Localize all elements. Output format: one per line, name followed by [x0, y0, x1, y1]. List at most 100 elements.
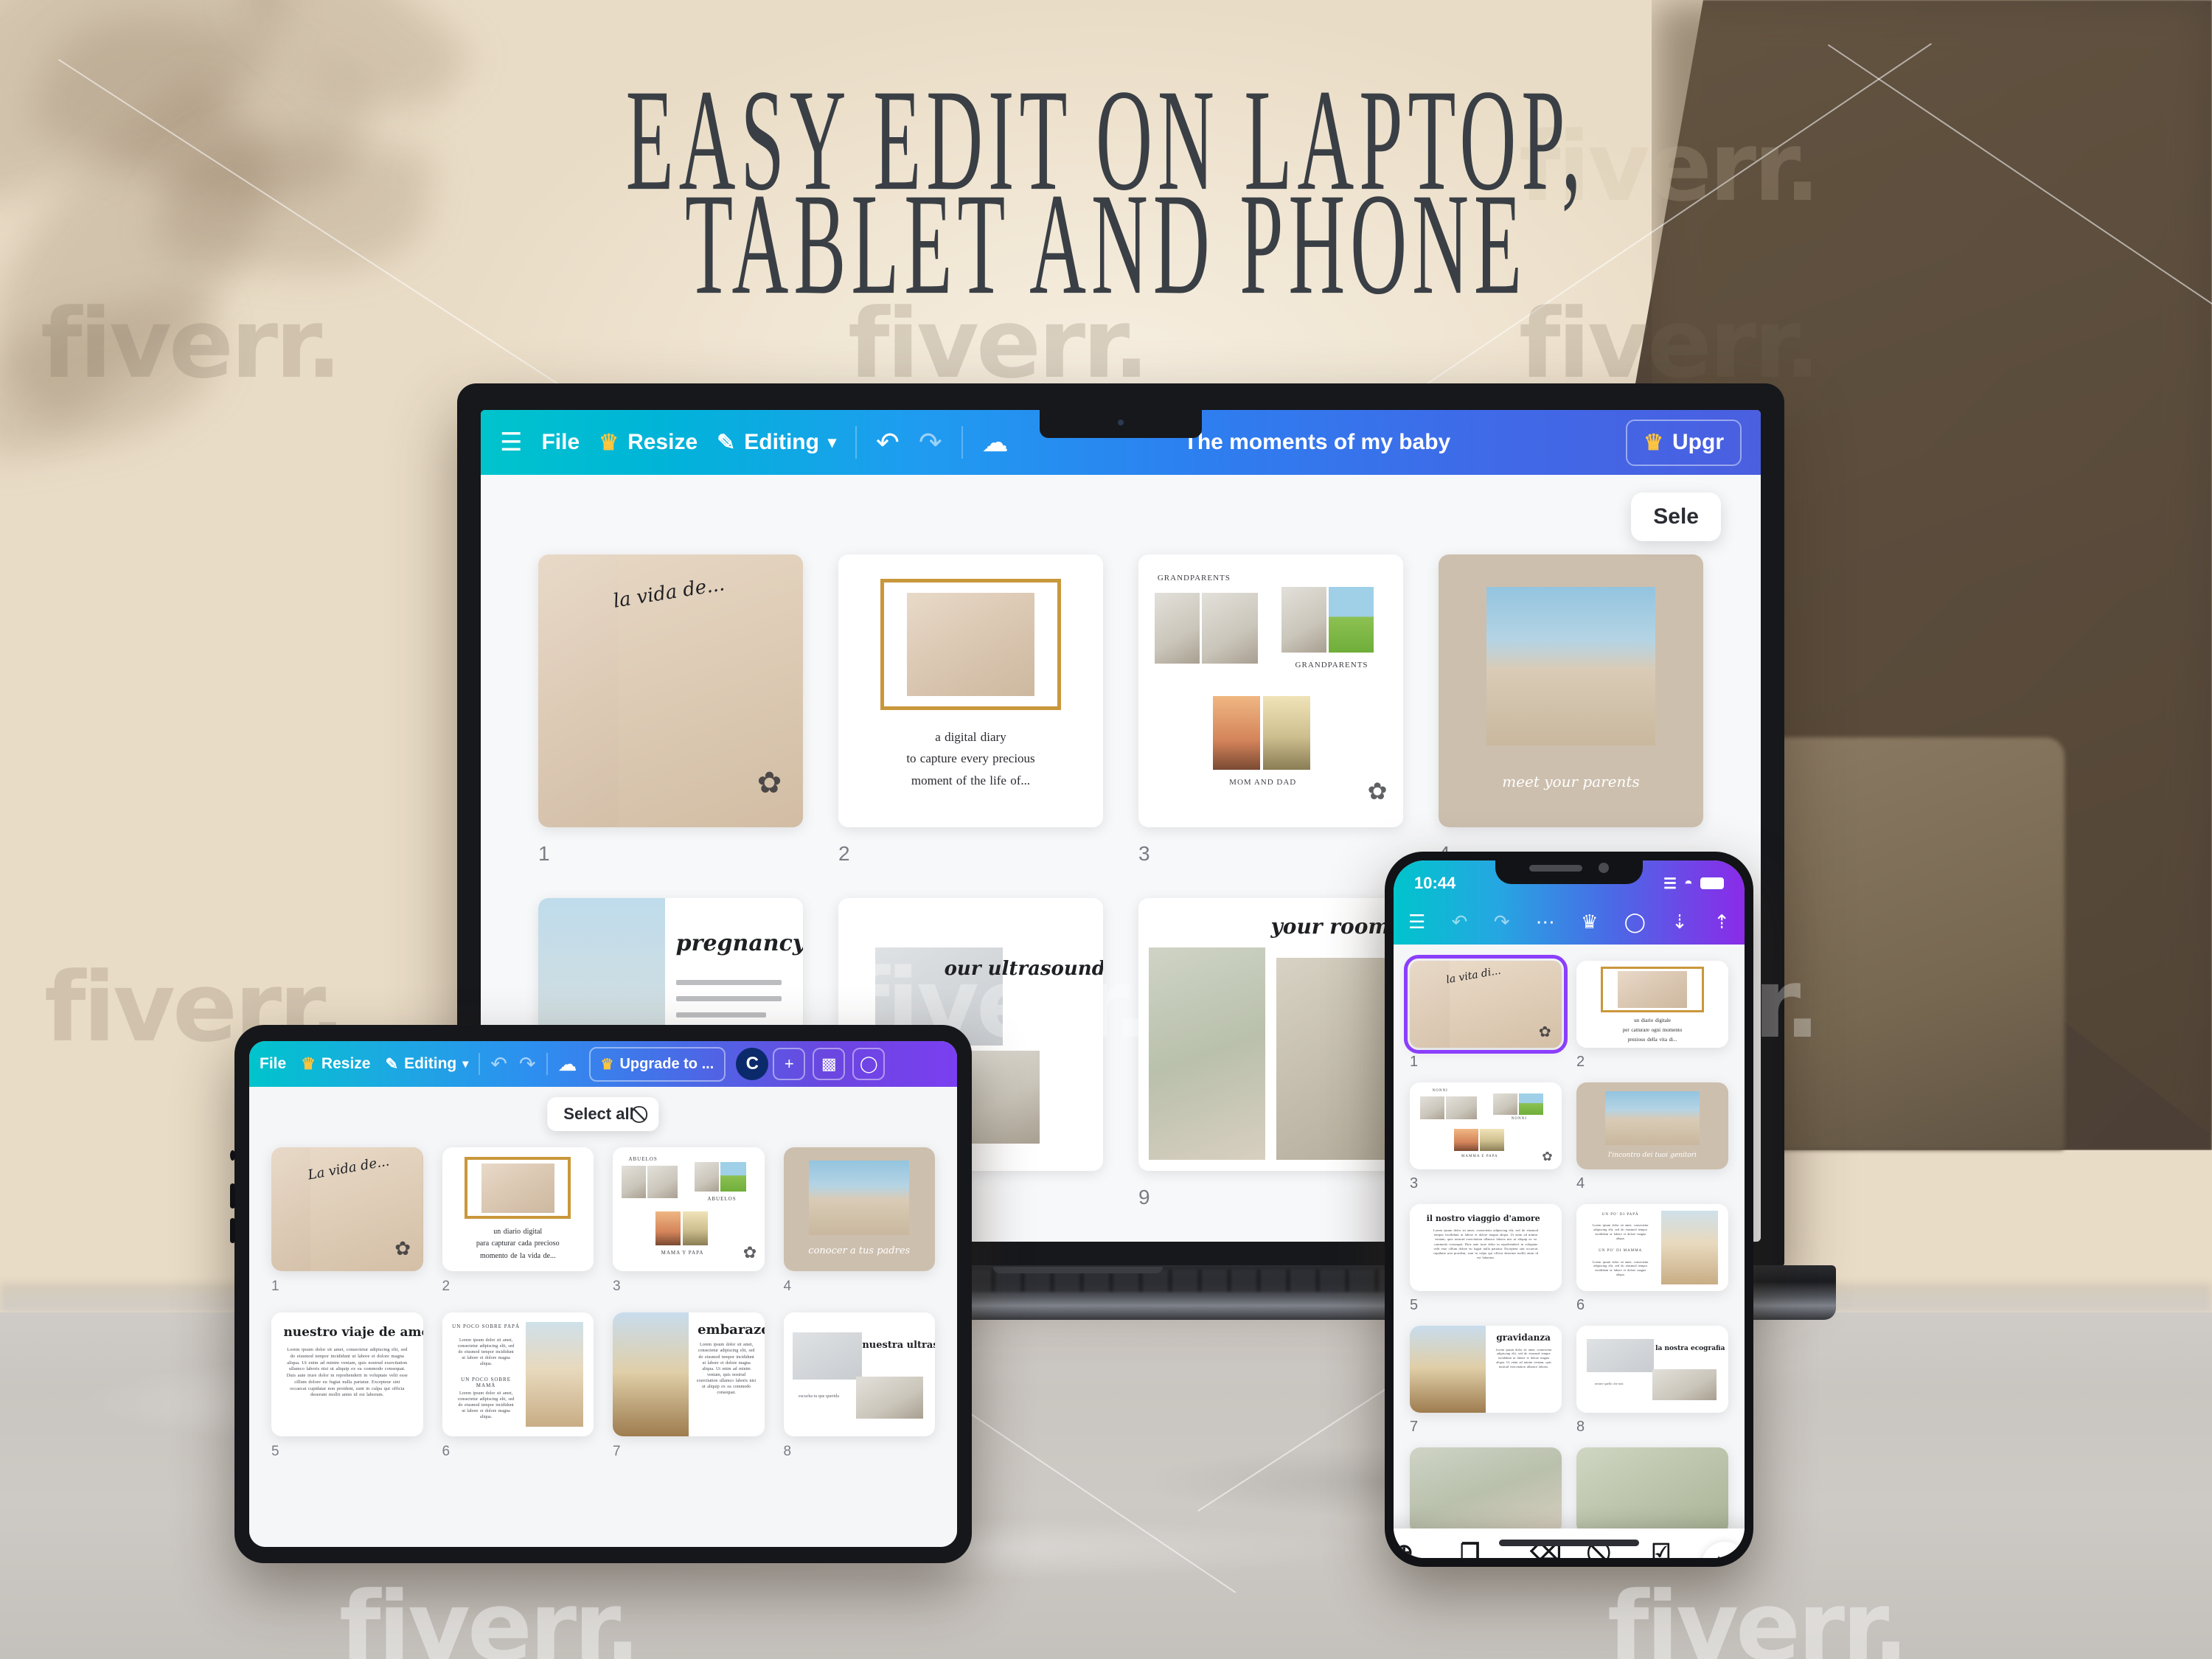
file-menu-button[interactable]: File [260, 1055, 286, 1073]
page-thumbnail[interactable]: conocer a tus padres 4 [783, 1147, 935, 1295]
select-all-button[interactable]: Sele [1631, 493, 1721, 541]
phone-notch [1495, 852, 1643, 884]
crown-icon[interactable]: ♛ [1581, 911, 1598, 933]
hamburger-menu-icon[interactable]: ☰ [1408, 911, 1425, 933]
watermark: fiverr. [1519, 111, 1820, 223]
redo-arrow-icon[interactable]: ↷ [1494, 911, 1510, 933]
page-number: 2 [442, 1279, 451, 1294]
page-caption-1: a digital diary [935, 729, 1006, 744]
add-page-button[interactable]: ⊕ age [1394, 1542, 1417, 1559]
back-object-panel [1755, 737, 2065, 1150]
page-title-text: la nostra ecografia [1655, 1344, 1725, 1352]
page-caption-3: momento de la vida de... [479, 1252, 556, 1261]
page-thumbnail[interactable]: nuestro viaje de amor Lorem ipsum dolor … [271, 1312, 423, 1460]
page-thumbnail[interactable]: il nostro viaggio d'amore Lorem ipsum do… [1410, 1204, 1562, 1314]
page-title-text: meet your parents [1502, 773, 1640, 790]
editing-mode-button[interactable]: ✎ Editing ▾ [385, 1055, 468, 1074]
undo-arrow-icon[interactable]: ↶ [876, 426, 900, 459]
file-menu-button[interactable]: File [541, 430, 580, 455]
tablet-screen: File ♛ Resize ✎ Editing ▾ ↶ ↷ ☁ ♛ Upgrad… [249, 1041, 957, 1547]
page-caption: sentire quello che noti [1594, 1381, 1624, 1385]
page-label-top: NONNI [1432, 1089, 1448, 1093]
resize-button[interactable]: ♛ Resize [301, 1054, 370, 1074]
page-title-text: il nostro viaggio d'amore [1426, 1213, 1540, 1223]
crown-icon: ♛ [301, 1054, 316, 1073]
page-thumbnail[interactable]: La vida de... ✿ 1 [271, 1147, 423, 1295]
undo-arrow-icon[interactable]: ↶ [1452, 911, 1468, 933]
cloud-save-icon[interactable]: ☁ [558, 1053, 577, 1076]
upgrade-button[interactable]: ♛ Upgr [1626, 419, 1742, 466]
page-label-top: UN PO' DI PAPÀ [1601, 1212, 1639, 1217]
document-title[interactable]: The moments of my baby [1184, 430, 1451, 455]
page-thumbnail[interactable]: nuestra ultrasonido escucha tu que queri… [783, 1312, 935, 1460]
pencil-icon: ✎ [717, 430, 736, 455]
share-icon[interactable]: ⇡ [1714, 911, 1730, 933]
page-number: 9 [1138, 1186, 1150, 1208]
upgrade-button[interactable]: ♛ Upgrade to ... [588, 1046, 726, 1082]
page-number: 1 [271, 1279, 279, 1294]
page-thumbnail[interactable]: la vita di... ✿ 1 [1404, 955, 1568, 1071]
select-all-button[interactable]: Select all ⃠ [547, 1097, 659, 1131]
page-thumbnail[interactable]: la vida de... ✿ 1 [538, 554, 803, 866]
select-button[interactable]: ☑ Select [1638, 1542, 1684, 1559]
page-thumbnail[interactable]: gravidanza Lorem ipsum dolor sit amet, c… [1410, 1326, 1562, 1436]
volume-button[interactable] [230, 1150, 235, 1161]
page-title-text: gravidanza [1496, 1332, 1551, 1343]
home-indicator[interactable] [1499, 1540, 1639, 1546]
page-art: il nostro viaggio d'amore Lorem ipsum do… [1410, 1204, 1562, 1291]
page-thumbnail[interactable]: embarazo Lorem ipsum dolor sit amet, con… [613, 1312, 765, 1460]
close-x-icon[interactable]: ✕ [1701, 1542, 1745, 1558]
page-title-text: pregnancy [675, 931, 803, 957]
page-art: un diario digital para capturar cada pre… [442, 1147, 594, 1271]
watermark: fiverr. [41, 288, 342, 400]
page-thumbnail[interactable]: NONNI NONNI MAMMA E PAPA ✿ 3 [1410, 1082, 1562, 1192]
volume-button[interactable] [230, 1183, 235, 1208]
bar-chart-icon[interactable]: ▩ [813, 1048, 846, 1080]
page-art: a digital diary to capture every preciou… [838, 554, 1103, 827]
editing-mode-button[interactable]: ✎ Editing ▾ [717, 430, 836, 456]
wifi-icon: ◓ [1683, 874, 1693, 891]
duplicate-button[interactable]: ❐ Duplicate [1435, 1542, 1505, 1559]
page-art [1576, 1447, 1728, 1534]
page-thumbnail[interactable]: GRANDPARENTS GRANDPARENTS MOM AND DAD ✿ [1138, 554, 1403, 866]
page-thumbnail[interactable]: UN PO' DI PAPÀ Lorem ipsum dolor sit ame… [1576, 1204, 1728, 1314]
page-label-mid: UN POCO SOBRE MAMÁ [461, 1377, 512, 1389]
page-caption: escucha tu que querida [799, 1394, 839, 1399]
redo-arrow-icon[interactable]: ↷ [919, 426, 942, 459]
page-art: UN PO' DI PAPÀ Lorem ipsum dolor sit ame… [1576, 1204, 1728, 1291]
page-caption-2: per catturare ogni momento [1622, 1026, 1683, 1033]
volume-button[interactable] [230, 1218, 235, 1243]
page-thumbnail[interactable] [1576, 1447, 1728, 1534]
page-thumbnail[interactable]: la nostra ecografia sentire quello che n… [1576, 1326, 1728, 1436]
page-number: 1 [538, 842, 550, 865]
page-thumbnail[interactable]: a digital diary to capture every preciou… [838, 554, 1103, 866]
page-number: 8 [783, 1444, 792, 1459]
page-thumbnail[interactable]: ABUELOS ABUELOS MAMA Y PAPA ✿ 3 [613, 1147, 765, 1295]
avatar[interactable]: C [736, 1048, 769, 1080]
page-thumbnail[interactable]: un diario digital para capturar cada pre… [442, 1147, 594, 1295]
resize-button[interactable]: ♛ Resize [599, 430, 698, 456]
page-thumbnail[interactable]: meet your parents 4 [1439, 554, 1703, 866]
more-horizontal-icon[interactable]: ⋯ [1536, 911, 1555, 933]
page-number: 2 [838, 842, 850, 865]
page-art: la nostra ecografia sentire quello che n… [1576, 1326, 1728, 1413]
page-caption-1: un diario digital [493, 1227, 543, 1236]
toolbar-divider [961, 426, 963, 459]
comment-bubble-icon[interactable]: ◯ [852, 1048, 886, 1080]
chevron-down-icon: ▾ [827, 433, 836, 451]
page-thumbnail[interactable] [1410, 1447, 1562, 1534]
add-collaborator-button[interactable]: + [773, 1048, 806, 1080]
comment-bubble-icon[interactable]: ◯ [1624, 911, 1646, 933]
undo-arrow-icon[interactable]: ↶ [490, 1053, 507, 1076]
page-thumbnail[interactable]: your room 9 [1138, 898, 1403, 1209]
page-thumbnail[interactable]: UN POCO SOBRE PAPÁ Lorem ipsum dolor sit… [442, 1312, 594, 1460]
page-thumbnail[interactable]: l'incontro dei tuoi genitori 4 [1576, 1082, 1728, 1192]
page-caption-1: un diario digitale [1634, 1017, 1671, 1023]
page-thumbnail[interactable]: un diario digitale per catturare ogni mo… [1576, 961, 1728, 1071]
cloud-save-icon[interactable]: ☁ [982, 427, 1009, 458]
page-art: UN POCO SOBRE PAPÁ Lorem ipsum dolor sit… [442, 1312, 594, 1436]
hamburger-menu-icon[interactable]: ☰ [500, 430, 522, 455]
watermark: fiverr. [1607, 1571, 1909, 1659]
redo-arrow-icon[interactable]: ↷ [519, 1053, 536, 1076]
download-icon[interactable]: ⇣ [1672, 911, 1688, 933]
